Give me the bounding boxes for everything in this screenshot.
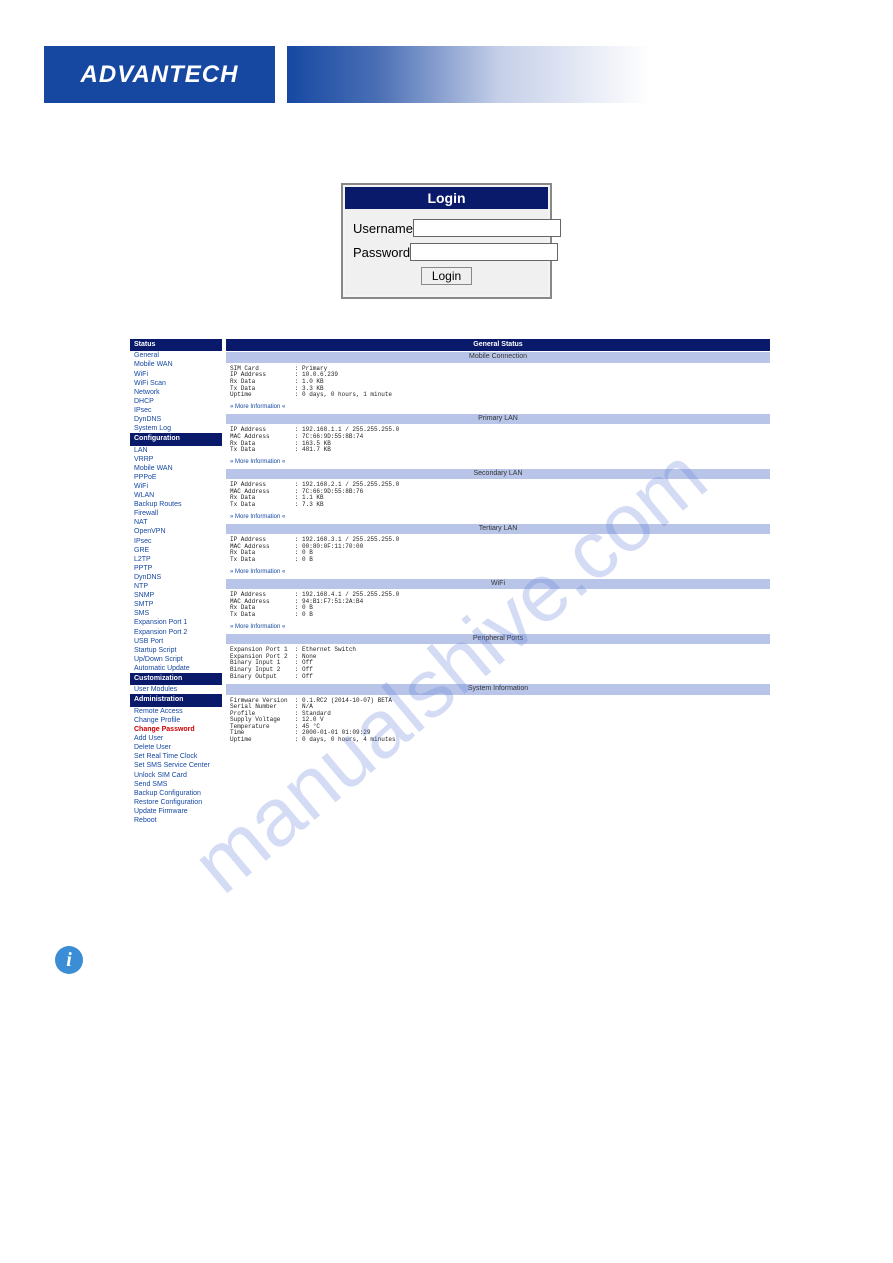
login-panel: Login Username Password Login	[341, 183, 552, 299]
sidebar-item[interactable]: Delete User	[130, 743, 222, 752]
section-title: WiFi	[226, 579, 770, 589]
sidebar-heading: Administration	[130, 694, 222, 706]
sidebar-item[interactable]: Restore Configuration	[130, 798, 222, 807]
username-label: Username	[353, 221, 413, 236]
section-body: IP Address : 192.168.2.1 / 255.255.255.0…	[226, 479, 770, 511]
sidebar-item[interactable]: Firewall	[130, 509, 222, 518]
more-info-link[interactable]: » More Information «	[226, 567, 770, 578]
sidebar-item[interactable]: WiFi Scan	[130, 379, 222, 388]
sidebar-item[interactable]: Send SMS	[130, 780, 222, 789]
login-body: Username Password Login	[345, 209, 548, 295]
sidebar-item[interactable]: VRRP	[130, 455, 222, 464]
sidebar-item[interactable]: PPTP	[130, 564, 222, 573]
header-bar: ADVANTECH	[0, 46, 893, 103]
section-title: Mobile Connection	[226, 352, 770, 362]
sidebar-item[interactable]: Reboot	[130, 816, 222, 825]
section-title: Peripheral Ports	[226, 634, 770, 644]
login-username-row: Username	[353, 219, 540, 237]
sidebar-item[interactable]: DynDNS	[130, 573, 222, 582]
sidebar-item[interactable]: IPsec	[130, 537, 222, 546]
login-title: Login	[345, 187, 548, 209]
section-title: Primary LAN	[226, 414, 770, 424]
sidebar-item[interactable]: Unlock SIM Card	[130, 771, 222, 780]
sidebar-item[interactable]: Change Profile	[130, 716, 222, 725]
sidebar-item[interactable]: PPPoE	[130, 473, 222, 482]
username-input[interactable]	[413, 219, 561, 237]
section-body: Firmware Version : 0.1.RC2 (2014-10-07) …	[226, 695, 770, 747]
sidebar-item[interactable]: Remote Access	[130, 707, 222, 716]
section-body: Expansion Port 1 : Ethernet Switch Expan…	[226, 644, 770, 683]
section-body: IP Address : 192.168.1.1 / 255.255.255.0…	[226, 424, 770, 456]
more-info-link[interactable]: » More Information «	[226, 457, 770, 468]
sidebar-item[interactable]: WiFi	[130, 370, 222, 379]
sidebar-item[interactable]: Mobile WAN	[130, 464, 222, 473]
sidebar-item[interactable]: Update Firmware	[130, 807, 222, 816]
sidebar-item[interactable]: Backup Configuration	[130, 789, 222, 798]
sidebar-item[interactable]: Add User	[130, 734, 222, 743]
section-title: System Information	[226, 684, 770, 694]
section-body: IP Address : 192.168.3.1 / 255.255.255.0…	[226, 534, 770, 566]
sidebar-item[interactable]: Expansion Port 2	[130, 628, 222, 637]
header-gradient	[287, 46, 893, 103]
sidebar-item[interactable]: L2TP	[130, 555, 222, 564]
section-title: Secondary LAN	[226, 469, 770, 479]
login-password-row: Password	[353, 243, 540, 261]
admin-panel: StatusGeneralMobile WANWiFiWiFi ScanNetw…	[130, 339, 770, 825]
sidebar-item[interactable]: SNMP	[130, 591, 222, 600]
sidebar-item[interactable]: NTP	[130, 582, 222, 591]
section-body: SIM Card : Primary IP Address : 10.0.6.2…	[226, 363, 770, 402]
sidebar-item[interactable]: Set SMS Service Center	[130, 761, 222, 770]
sidebar-item[interactable]: Backup Routes	[130, 500, 222, 509]
sidebar: StatusGeneralMobile WANWiFiWiFi ScanNetw…	[130, 339, 222, 825]
sidebar-item[interactable]: User Modules	[130, 685, 222, 694]
sidebar-item[interactable]: OpenVPN	[130, 527, 222, 536]
login-button[interactable]: Login	[421, 267, 472, 285]
sidebar-item[interactable]: System Log	[130, 424, 222, 433]
more-info-link[interactable]: » More Information «	[226, 512, 770, 523]
section-title: Tertiary LAN	[226, 524, 770, 534]
info-icon: i	[55, 946, 83, 974]
sidebar-item[interactable]: DynDNS	[130, 415, 222, 424]
sidebar-item[interactable]: Up/Down Script	[130, 655, 222, 664]
sidebar-heading: Status	[130, 339, 222, 351]
sidebar-item[interactable]: General	[130, 351, 222, 360]
more-info-link[interactable]: » More Information «	[226, 622, 770, 633]
sidebar-item[interactable]: USB Port	[130, 637, 222, 646]
sidebar-item[interactable]: WLAN	[130, 491, 222, 500]
sidebar-item[interactable]: SMTP	[130, 600, 222, 609]
sidebar-item[interactable]: LAN	[130, 446, 222, 455]
sidebar-item[interactable]: Mobile WAN	[130, 360, 222, 369]
main-content: General StatusMobile ConnectionSIM Card …	[226, 339, 770, 825]
sidebar-item[interactable]: GRE	[130, 546, 222, 555]
sidebar-item[interactable]: IPsec	[130, 406, 222, 415]
sidebar-item[interactable]: Set Real Time Clock	[130, 752, 222, 761]
sidebar-item[interactable]: Network	[130, 388, 222, 397]
sidebar-item[interactable]: DHCP	[130, 397, 222, 406]
more-info-link[interactable]: » More Information «	[226, 402, 770, 413]
sidebar-item[interactable]: Expansion Port 1	[130, 618, 222, 627]
section-body: IP Address : 192.168.4.1 / 255.255.255.0…	[226, 589, 770, 621]
sidebar-item[interactable]: SMS	[130, 609, 222, 618]
password-input[interactable]	[410, 243, 558, 261]
sidebar-item[interactable]: Change Password	[130, 725, 222, 734]
sidebar-item[interactable]: Automatic Update	[130, 664, 222, 673]
sidebar-item[interactable]: NAT	[130, 518, 222, 527]
sidebar-item[interactable]: WiFi	[130, 482, 222, 491]
sidebar-heading: Configuration	[130, 433, 222, 445]
sidebar-item[interactable]: Startup Script	[130, 646, 222, 655]
password-label: Password	[353, 245, 410, 260]
main-title: General Status	[226, 339, 770, 351]
sidebar-heading: Customization	[130, 673, 222, 685]
brand-logo: ADVANTECH	[44, 46, 275, 103]
login-button-row: Login	[353, 267, 540, 285]
